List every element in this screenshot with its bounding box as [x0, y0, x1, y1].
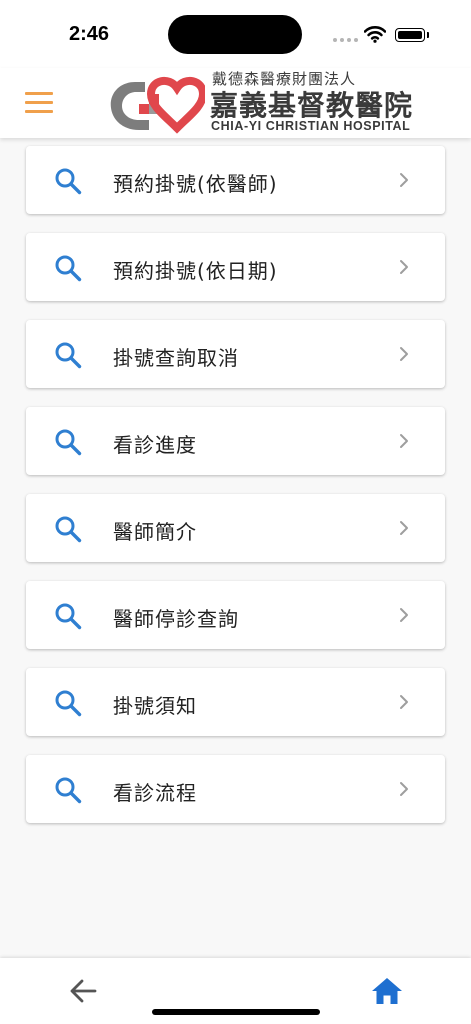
status-time: 2:46	[69, 23, 110, 45]
menu-item[interactable]: 醫師停診查詢	[26, 581, 445, 649]
chevron-right-icon	[400, 782, 408, 796]
app-header: 戴德森醫療財團法人 嘉義基督教醫院 CHIA-YI CHRISTIAN HOSP…	[0, 68, 471, 138]
home-icon[interactable]	[371, 976, 403, 1006]
search-icon	[55, 168, 82, 195]
menu-item-label: 醫師簡介	[113, 520, 197, 544]
search-icon	[55, 690, 82, 717]
wifi-icon	[364, 26, 386, 43]
home-indicator	[152, 1009, 320, 1015]
chevron-right-icon	[400, 260, 408, 274]
chevron-right-icon	[400, 173, 408, 187]
hospital-logo: 戴德森醫療財團法人 嘉義基督教醫院 CHIA-YI CHRISTIAN HOSP…	[105, 68, 425, 138]
logo-hospital-name: 嘉義基督教醫院	[210, 89, 414, 122]
menu-item[interactable]: 醫師簡介	[26, 494, 445, 562]
back-arrow-icon[interactable]	[68, 978, 98, 1004]
menu-item-label: 預約掛號(依醫師)	[113, 172, 278, 196]
search-icon	[55, 429, 82, 456]
chevron-right-icon	[400, 608, 408, 622]
cellular-signal-icon	[333, 38, 359, 44]
menu-item-label: 醫師停診查詢	[113, 607, 239, 631]
search-icon	[55, 255, 82, 282]
menu-item[interactable]: 掛號須知	[26, 668, 445, 736]
search-icon	[55, 603, 82, 630]
menu-item[interactable]: 看診流程	[26, 755, 445, 823]
chevron-right-icon	[400, 434, 408, 448]
menu-item-label: 看診流程	[113, 781, 197, 805]
menu-item-label: 預約掛號(依日期)	[113, 259, 278, 283]
menu-item[interactable]: 掛號查詢取消	[26, 320, 445, 388]
search-icon	[55, 777, 82, 804]
app-screen: 2:46 戴德森醫療財團法人 嘉義基督教醫院 CHIA-YI CHRISTIAN…	[0, 0, 471, 1024]
bottom-nav-bar	[0, 958, 471, 1024]
battery-cap	[427, 32, 429, 38]
menu-item-label: 掛號須知	[113, 694, 197, 718]
hospital-emblem-icon	[110, 76, 205, 134]
dynamic-island	[168, 15, 302, 54]
search-icon	[55, 516, 82, 543]
menu-item-label: 掛號查詢取消	[113, 346, 239, 370]
menu-item[interactable]: 看診進度	[26, 407, 445, 475]
search-icon	[55, 342, 82, 369]
battery-icon	[395, 28, 425, 42]
status-bar: 2:46	[0, 0, 471, 68]
logo-english-name: CHIA-YI CHRISTIAN HOSPITAL	[211, 119, 411, 133]
chevron-right-icon	[400, 695, 408, 709]
menu-item-label: 看診進度	[113, 433, 197, 457]
menu-item[interactable]: 預約掛號(依日期)	[26, 233, 445, 301]
hamburger-menu-icon[interactable]	[25, 92, 53, 114]
chevron-right-icon	[400, 347, 408, 361]
menu-item[interactable]: 預約掛號(依醫師)	[26, 146, 445, 214]
menu-list: 預約掛號(依醫師) 預約掛號(依日期) 掛號查詢取消 看診進度 醫師簡介 醫師停…	[26, 146, 445, 842]
chevron-right-icon	[400, 521, 408, 535]
